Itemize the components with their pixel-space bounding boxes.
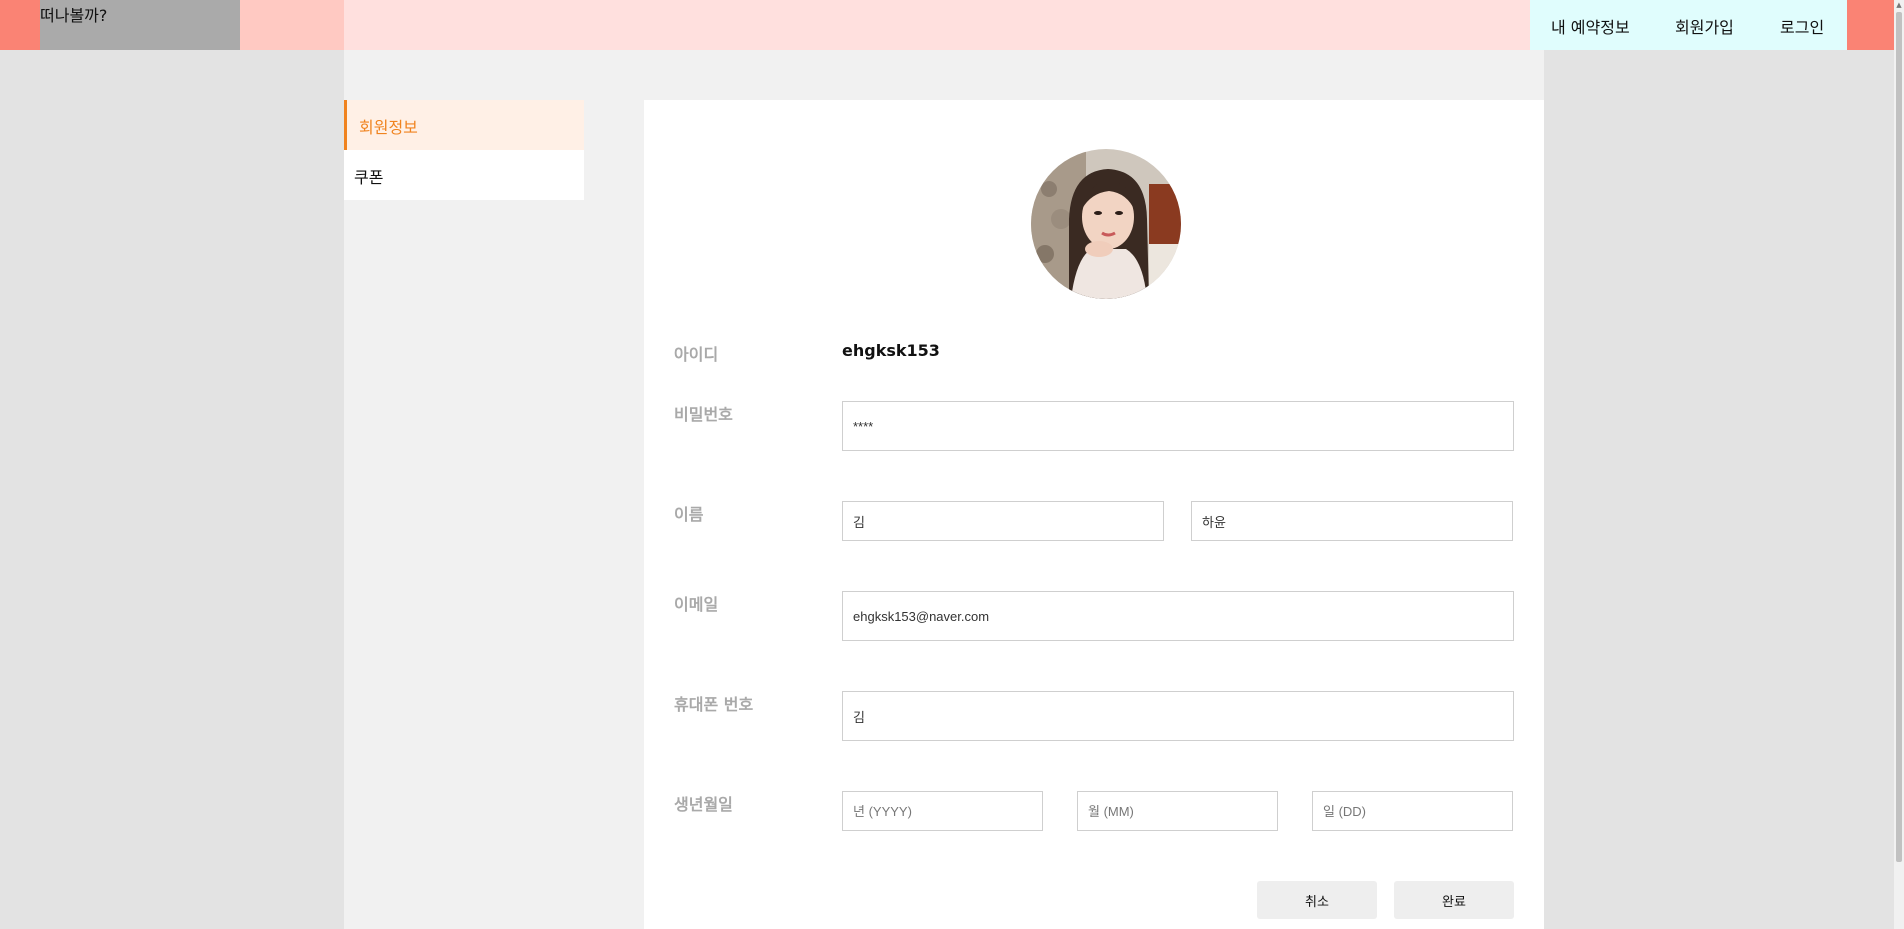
- birth-year-input[interactable]: [842, 791, 1043, 831]
- last-name-input[interactable]: [842, 501, 1164, 541]
- label-id: 아이디: [674, 345, 719, 364]
- birth-day-input[interactable]: [1312, 791, 1513, 831]
- label-name: 이름: [674, 505, 704, 524]
- phone-input[interactable]: [842, 691, 1514, 741]
- nav-my-reservations[interactable]: 내 예약정보: [1551, 14, 1630, 38]
- page-scrollbar[interactable]: ▲: [1894, 0, 1904, 929]
- cancel-button[interactable]: 취소: [1257, 881, 1377, 919]
- scroll-up-arrow-icon[interactable]: ▲: [1895, 0, 1903, 10]
- label-password: 비밀번호: [674, 405, 733, 424]
- birth-month-input[interactable]: [1077, 791, 1278, 831]
- profile-avatar[interactable]: [1031, 149, 1181, 299]
- sidebar-item-member-info[interactable]: 회원정보: [344, 100, 584, 150]
- header-accent-right: [1847, 0, 1894, 50]
- header-accent-left: [0, 0, 40, 50]
- password-input[interactable]: [842, 401, 1514, 451]
- header-nav: 내 예약정보 회원가입 로그인: [1530, 0, 1847, 50]
- nav-login[interactable]: 로그인: [1780, 14, 1824, 38]
- sidebar-item-label: 회원정보: [359, 118, 418, 137]
- label-birthdate: 생년월일: [674, 795, 733, 814]
- done-button[interactable]: 완료: [1394, 881, 1514, 919]
- site-logo-text[interactable]: 떠나볼까?: [40, 2, 107, 26]
- scrollbar-thumb[interactable]: [1896, 12, 1902, 862]
- sidebar-item-label: 쿠폰: [354, 168, 384, 187]
- avatar-image: [1031, 149, 1181, 299]
- sidebar-item-coupon[interactable]: 쿠폰: [344, 150, 584, 200]
- label-email: 이메일: [674, 595, 719, 614]
- user-id-value: ehgksk153: [842, 341, 940, 360]
- nav-signup[interactable]: 회원가입: [1675, 14, 1734, 38]
- header-accent-block: [240, 0, 344, 50]
- email-input[interactable]: [842, 591, 1514, 641]
- label-phone: 휴대폰 번호: [674, 695, 754, 714]
- first-name-input[interactable]: [1191, 501, 1513, 541]
